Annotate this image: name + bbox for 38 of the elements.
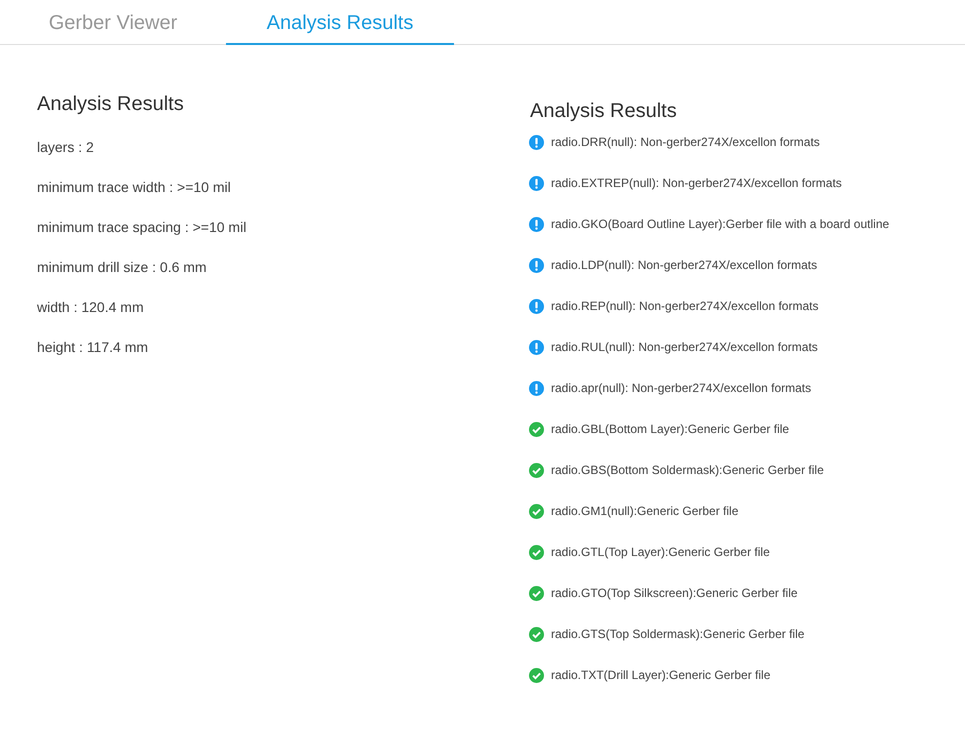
check-icon — [529, 545, 544, 560]
info-icon — [529, 381, 544, 396]
check-icon — [529, 627, 544, 642]
info-icon — [529, 176, 544, 191]
summary-item: minimum drill size : 0.6 mm — [37, 259, 208, 277]
result-text: radio.GTL(Top Layer):Generic Gerber file — [551, 545, 770, 560]
result-text: radio.GM1(null):Generic Gerber file — [551, 504, 738, 519]
result-text: radio.GBL(Bottom Layer):Generic Gerber file — [551, 422, 790, 437]
result-text: radio.GTO(Top Silkscreen):Generic Gerber file — [551, 586, 798, 601]
result-text: radio.EXTREP(null): Non-gerber274X/excellon formats — [551, 176, 842, 191]
result-text: radio.REP(null): Non-gerber274X/excellon formats — [551, 299, 818, 314]
summary-item: layers : 2 — [37, 139, 95, 157]
result-text: radio.LDP(null): Non-gerber274X/excellon formats — [551, 258, 818, 273]
info-icon — [529, 217, 544, 232]
tab[interactable]: Gerber Viewer — [0, 0, 226, 45]
summary-item: width : 120.4 mm — [37, 299, 145, 317]
info-icon — [529, 340, 544, 355]
info-icon — [529, 135, 544, 150]
summary-item: minimum trace spacing : >=10 mil — [37, 219, 248, 237]
summary-item: minimum trace width : >=10 mil — [37, 179, 232, 197]
result-text: radio.apr(null): Non-gerber274X/excellon formats — [551, 381, 812, 396]
result-text: radio.GTS(Top Soldermask):Generic Gerber file — [551, 627, 804, 642]
check-icon — [529, 586, 544, 601]
result-text: radio.DRR(null): Non-gerber274X/excellon formats — [551, 135, 820, 150]
result-text: radio.TXT(Drill Layer):Generic Gerber file — [551, 668, 770, 683]
section-title: Analysis Results — [530, 100, 678, 123]
result-text: radio.RUL(null): Non-gerber274X/excellon formats — [551, 340, 818, 355]
check-icon — [529, 422, 544, 437]
summary-item: height : 117.4 mm — [37, 339, 150, 357]
result-text: radio.GBS(Bottom Soldermask):Generic Gerber file — [551, 463, 824, 478]
check-icon — [529, 463, 544, 478]
info-icon — [529, 258, 544, 273]
check-icon — [529, 504, 544, 519]
result-text: radio.GKO(Board Outline Layer):Gerber file with a board outline — [551, 217, 890, 232]
info-icon — [529, 299, 544, 314]
tab[interactable]: Analysis Results — [226, 0, 454, 45]
check-icon — [529, 668, 544, 683]
section-title: Analysis Results — [37, 93, 185, 116]
